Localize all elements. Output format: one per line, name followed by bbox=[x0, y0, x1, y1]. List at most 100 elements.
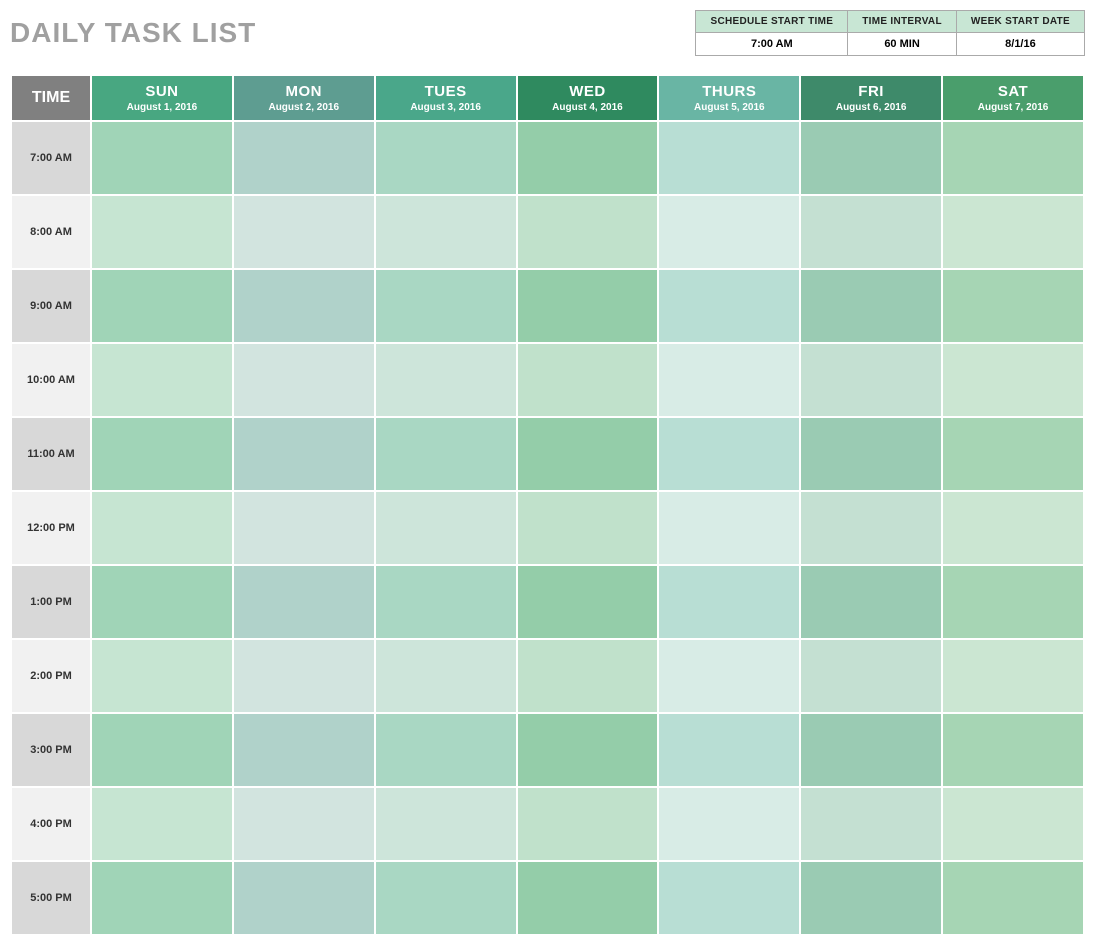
schedule-slot[interactable] bbox=[375, 121, 517, 195]
day-date: August 1, 2016 bbox=[92, 102, 232, 113]
day-abbr: THURS bbox=[659, 83, 799, 100]
schedule-slot[interactable] bbox=[658, 491, 800, 565]
schedule-slot[interactable] bbox=[517, 491, 659, 565]
day-date: August 6, 2016 bbox=[801, 102, 941, 113]
schedule-slot[interactable] bbox=[942, 269, 1084, 343]
schedule-slot[interactable] bbox=[233, 121, 375, 195]
schedule-slot[interactable] bbox=[517, 565, 659, 639]
schedule-slot[interactable] bbox=[517, 787, 659, 861]
schedule-slot[interactable] bbox=[658, 195, 800, 269]
schedule-slot[interactable] bbox=[91, 491, 233, 565]
schedule-slot[interactable] bbox=[91, 343, 233, 417]
schedule-slot[interactable] bbox=[91, 121, 233, 195]
schedule-slot[interactable] bbox=[658, 565, 800, 639]
schedule-slot[interactable] bbox=[375, 861, 517, 935]
schedule-slot[interactable] bbox=[517, 861, 659, 935]
settings-value-interval[interactable]: 60 MIN bbox=[848, 33, 957, 56]
schedule-slot[interactable] bbox=[942, 343, 1084, 417]
day-header-wed: WED August 4, 2016 bbox=[517, 75, 659, 121]
schedule-slot[interactable] bbox=[942, 121, 1084, 195]
time-label: 3:00 PM bbox=[11, 713, 91, 787]
schedule-slot[interactable] bbox=[800, 565, 942, 639]
schedule-slot[interactable] bbox=[800, 861, 942, 935]
day-header-fri: FRI August 6, 2016 bbox=[800, 75, 942, 121]
schedule-grid: TIME SUN August 1, 2016 MON August 2, 20… bbox=[10, 74, 1085, 936]
schedule-slot[interactable] bbox=[517, 195, 659, 269]
schedule-slot[interactable] bbox=[375, 491, 517, 565]
schedule-slot[interactable] bbox=[517, 121, 659, 195]
settings-value-start-time[interactable]: 7:00 AM bbox=[696, 33, 848, 56]
schedule-slot[interactable] bbox=[658, 417, 800, 491]
schedule-slot[interactable] bbox=[233, 269, 375, 343]
schedule-slot[interactable] bbox=[91, 713, 233, 787]
schedule-slot[interactable] bbox=[233, 639, 375, 713]
schedule-slot[interactable] bbox=[233, 417, 375, 491]
schedule-slot[interactable] bbox=[942, 787, 1084, 861]
schedule-slot[interactable] bbox=[91, 787, 233, 861]
day-header-sun: SUN August 1, 2016 bbox=[91, 75, 233, 121]
schedule-slot[interactable] bbox=[91, 861, 233, 935]
schedule-slot[interactable] bbox=[375, 713, 517, 787]
schedule-slot[interactable] bbox=[942, 491, 1084, 565]
schedule-slot[interactable] bbox=[800, 713, 942, 787]
time-label: 10:00 AM bbox=[11, 343, 91, 417]
schedule-slot[interactable] bbox=[91, 565, 233, 639]
day-date: August 4, 2016 bbox=[518, 102, 658, 113]
day-abbr: SAT bbox=[943, 83, 1083, 100]
schedule-slot[interactable] bbox=[658, 639, 800, 713]
schedule-slot[interactable] bbox=[658, 787, 800, 861]
schedule-slot[interactable] bbox=[91, 269, 233, 343]
schedule-slot[interactable] bbox=[517, 713, 659, 787]
time-label: 1:00 PM bbox=[11, 565, 91, 639]
schedule-slot[interactable] bbox=[233, 565, 375, 639]
settings-value-week-start[interactable]: 8/1/16 bbox=[956, 33, 1084, 56]
time-label: 5:00 PM bbox=[11, 861, 91, 935]
day-abbr: FRI bbox=[801, 83, 941, 100]
time-label: 8:00 AM bbox=[11, 195, 91, 269]
schedule-slot[interactable] bbox=[942, 639, 1084, 713]
schedule-slot[interactable] bbox=[375, 565, 517, 639]
schedule-slot[interactable] bbox=[942, 417, 1084, 491]
time-label: 7:00 AM bbox=[11, 121, 91, 195]
schedule-slot[interactable] bbox=[942, 195, 1084, 269]
schedule-slot[interactable] bbox=[800, 491, 942, 565]
schedule-slot[interactable] bbox=[91, 417, 233, 491]
time-label: 12:00 PM bbox=[11, 491, 91, 565]
schedule-slot[interactable] bbox=[800, 417, 942, 491]
schedule-slot[interactable] bbox=[233, 195, 375, 269]
schedule-slot[interactable] bbox=[658, 343, 800, 417]
schedule-slot[interactable] bbox=[517, 343, 659, 417]
schedule-slot[interactable] bbox=[517, 639, 659, 713]
schedule-slot[interactable] bbox=[800, 639, 942, 713]
schedule-slot[interactable] bbox=[91, 639, 233, 713]
schedule-slot[interactable] bbox=[800, 787, 942, 861]
schedule-slot[interactable] bbox=[658, 861, 800, 935]
schedule-slot[interactable] bbox=[233, 861, 375, 935]
schedule-slot[interactable] bbox=[942, 565, 1084, 639]
schedule-slot[interactable] bbox=[375, 787, 517, 861]
day-abbr: TUES bbox=[376, 83, 516, 100]
schedule-slot[interactable] bbox=[375, 417, 517, 491]
settings-header-interval: TIME INTERVAL bbox=[848, 11, 957, 33]
schedule-slot[interactable] bbox=[800, 343, 942, 417]
schedule-slot[interactable] bbox=[375, 195, 517, 269]
schedule-slot[interactable] bbox=[233, 343, 375, 417]
schedule-slot[interactable] bbox=[91, 195, 233, 269]
schedule-slot[interactable] bbox=[800, 269, 942, 343]
schedule-slot[interactable] bbox=[375, 639, 517, 713]
schedule-slot[interactable] bbox=[233, 713, 375, 787]
schedule-slot[interactable] bbox=[942, 861, 1084, 935]
schedule-slot[interactable] bbox=[800, 195, 942, 269]
schedule-slot[interactable] bbox=[233, 787, 375, 861]
schedule-slot[interactable] bbox=[375, 269, 517, 343]
schedule-slot[interactable] bbox=[375, 343, 517, 417]
schedule-slot[interactable] bbox=[517, 417, 659, 491]
schedule-slot[interactable] bbox=[800, 121, 942, 195]
schedule-slot[interactable] bbox=[658, 713, 800, 787]
schedule-slot[interactable] bbox=[233, 491, 375, 565]
schedule-slot[interactable] bbox=[517, 269, 659, 343]
schedule-slot[interactable] bbox=[658, 269, 800, 343]
schedule-slot[interactable] bbox=[942, 713, 1084, 787]
schedule-slot[interactable] bbox=[658, 121, 800, 195]
settings-panel: SCHEDULE START TIME TIME INTERVAL WEEK S… bbox=[695, 10, 1085, 56]
